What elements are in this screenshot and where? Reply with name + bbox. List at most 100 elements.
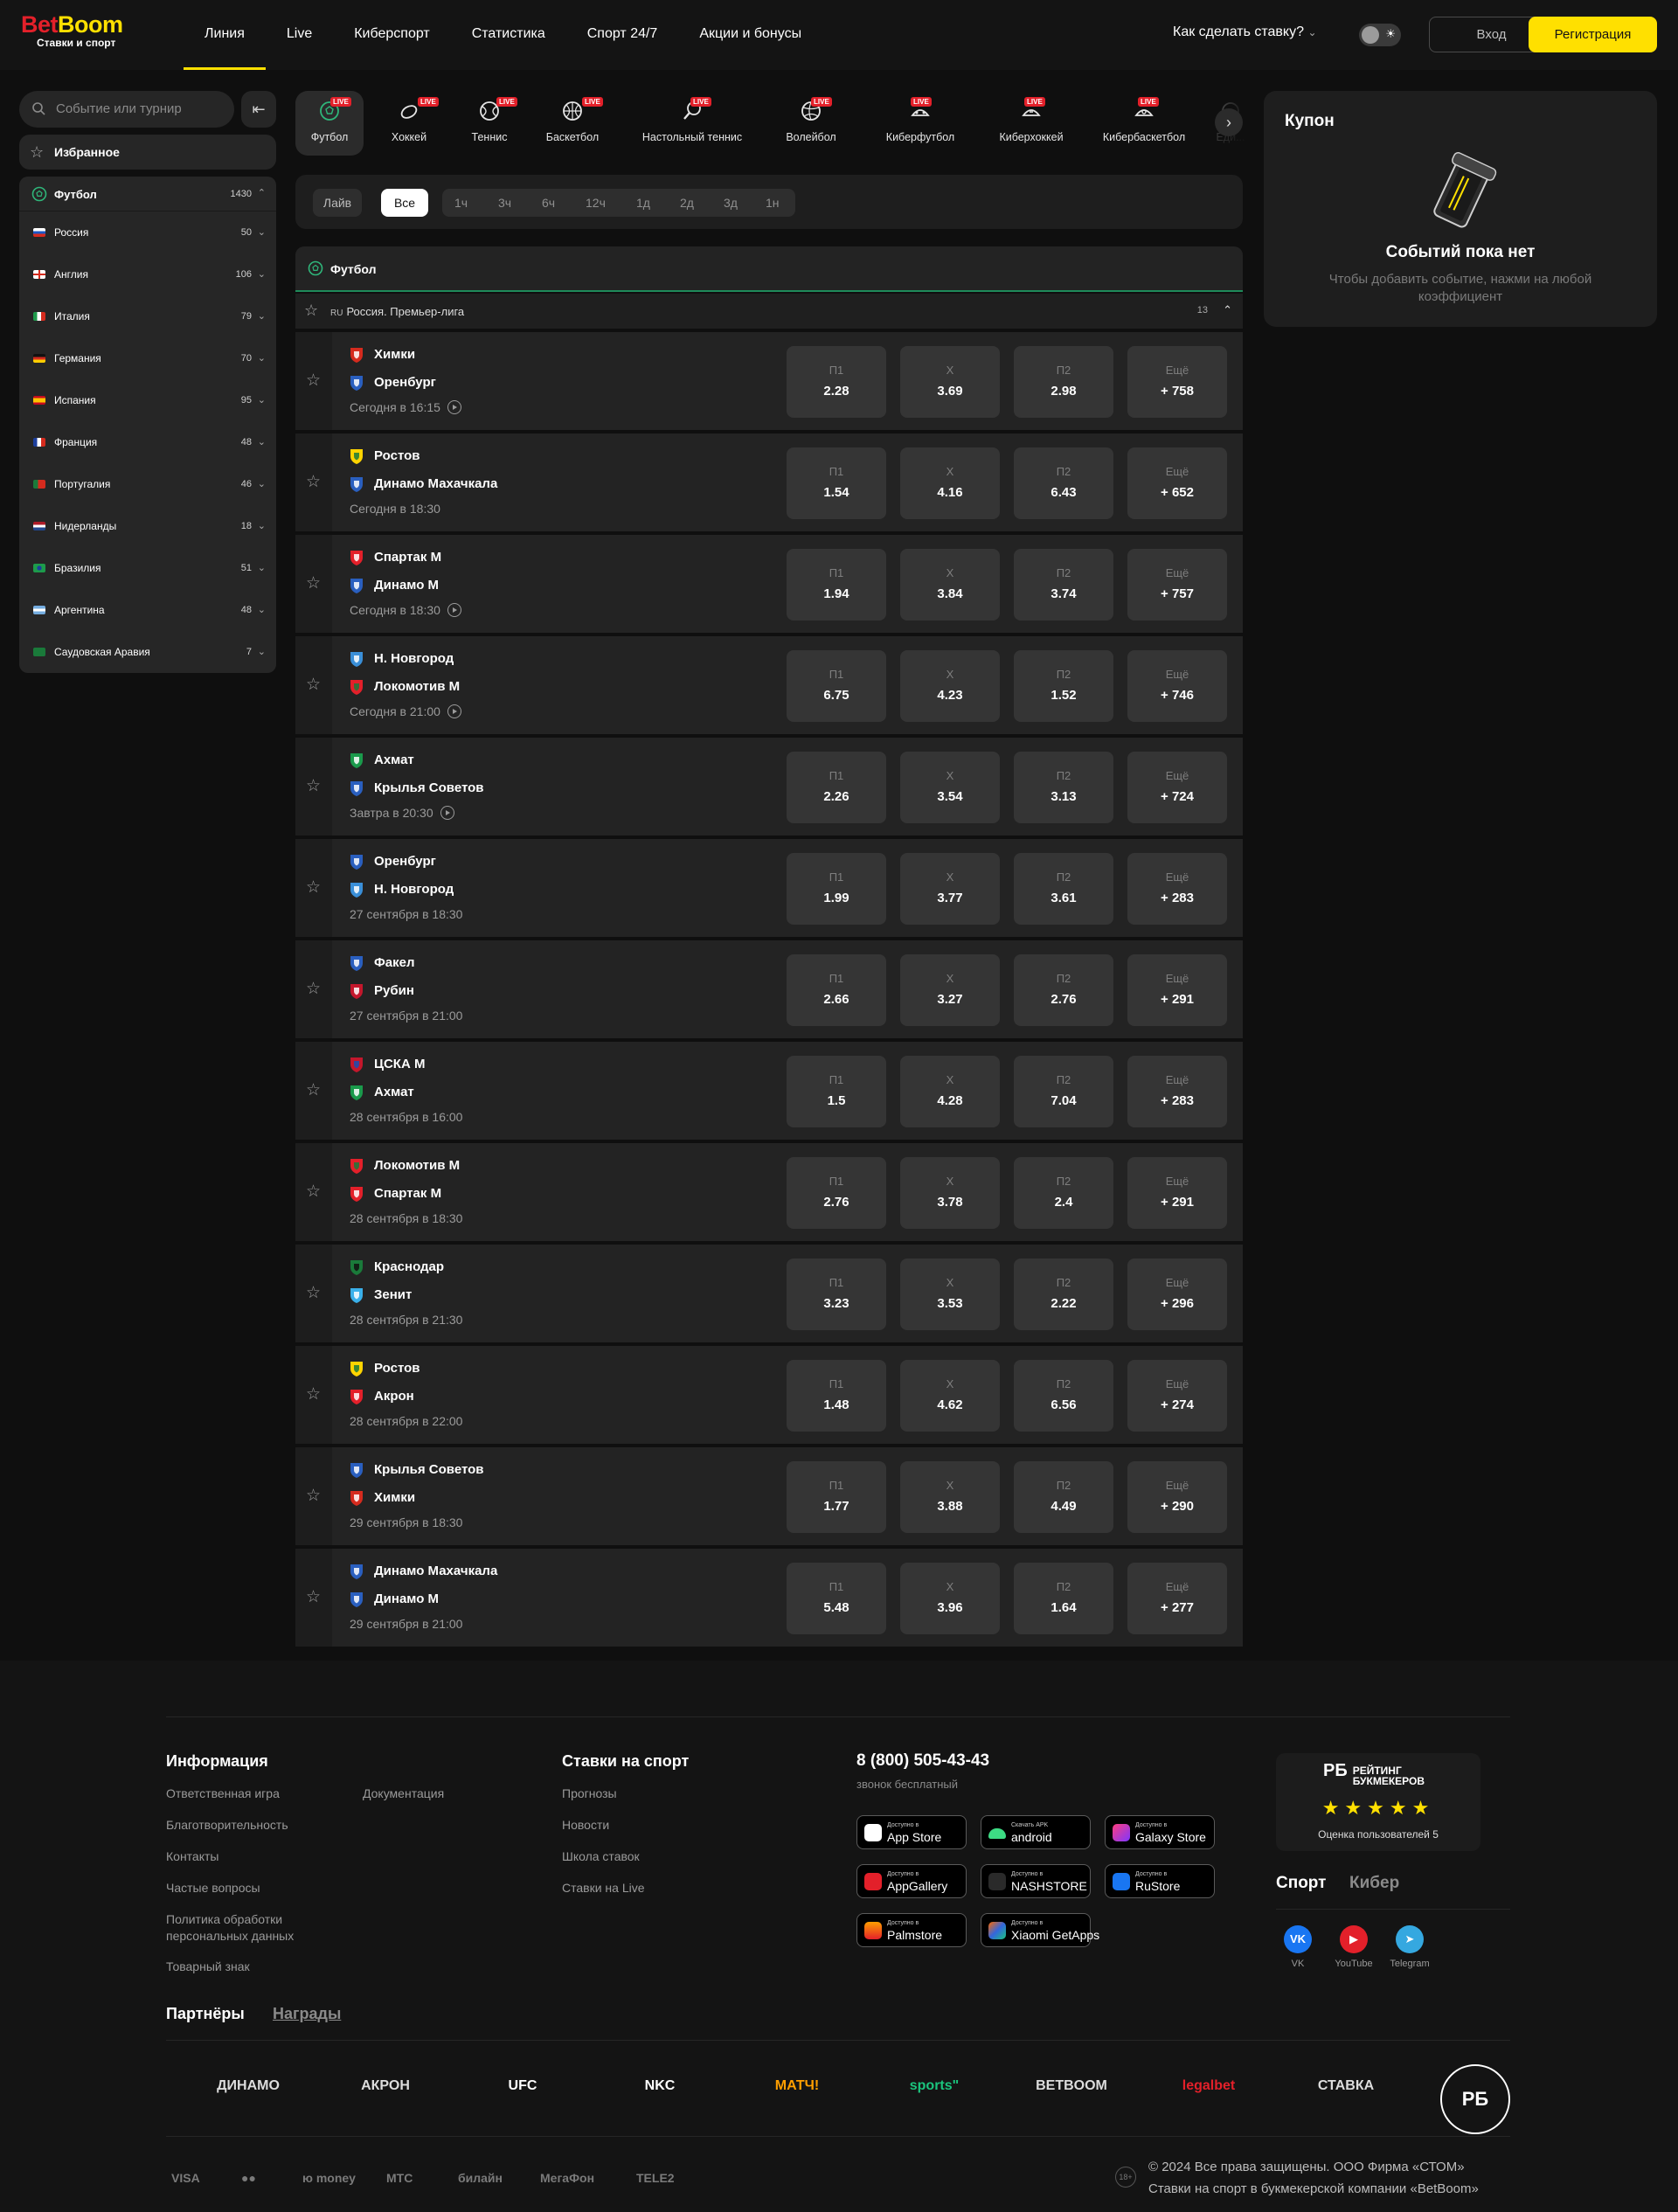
- partner-logo[interactable]: МАТЧ!: [753, 2078, 841, 2094]
- odds-button-p2[interactable]: П2 4.49: [1014, 1461, 1113, 1533]
- bookmaker-rating-badge[interactable]: РБ РЕЙТИНГ БУКМЕКЕРОВ ★★★★★ Оценка пользо…: [1276, 1753, 1480, 1851]
- odds-button-p2[interactable]: П2 2.22: [1014, 1259, 1113, 1330]
- sidebar-item-country[interactable]: Аргентина 48 ⌄: [19, 589, 276, 631]
- match-row[interactable]: ☆ Ахмат Крылья Советов Завтра в 20:30 П1 2.26…: [295, 738, 1243, 836]
- filter-1w[interactable]: 1н: [766, 189, 780, 217]
- away-team[interactable]: Динамо М: [348, 1591, 439, 1608]
- odds-button-p1[interactable]: П1 2.76: [787, 1157, 886, 1229]
- odds-button-p2[interactable]: П2 2.4: [1014, 1157, 1113, 1229]
- tab-tennis[interactable]: LIVE Теннис: [454, 91, 524, 156]
- filter-live[interactable]: Лайв: [313, 189, 362, 217]
- home-team[interactable]: Крылья Советов: [348, 1461, 484, 1479]
- more-markets-button[interactable]: Ещё + 652: [1127, 447, 1227, 519]
- match-row[interactable]: ☆ Оренбург Н. Новгород 27 сентября в 18:30 П…: [295, 839, 1243, 937]
- home-team[interactable]: Краснодар: [348, 1259, 444, 1276]
- away-team[interactable]: Локомотив М: [348, 678, 460, 696]
- more-markets-button[interactable]: Ещё + 291: [1127, 954, 1227, 1026]
- odds-button-p2[interactable]: П2 2.76: [1014, 954, 1113, 1026]
- sidebar-item-country[interactable]: Саудовская Аравия 7 ⌄: [19, 631, 276, 673]
- favorite-toggle[interactable]: ☆: [295, 1245, 332, 1342]
- nav-statistics[interactable]: Статистика: [451, 0, 566, 70]
- more-markets-button[interactable]: Ещё + 746: [1127, 650, 1227, 722]
- tab-football[interactable]: LIVE Футбол: [295, 91, 364, 156]
- favorite-toggle[interactable]: ☆: [295, 636, 332, 734]
- filter-2d[interactable]: 2д: [680, 189, 694, 217]
- sidebar-item-football[interactable]: Футбол 1430 ⌃: [19, 177, 276, 211]
- filter-3h[interactable]: 3ч: [498, 189, 511, 217]
- odds-button-x[interactable]: X 3.54: [900, 752, 1000, 823]
- home-team[interactable]: Н. Новгород: [348, 650, 454, 668]
- odds-button-x[interactable]: X 3.69: [900, 346, 1000, 418]
- nav-esports[interactable]: Киберспорт: [333, 0, 450, 70]
- odds-button-x[interactable]: X 3.96: [900, 1563, 1000, 1634]
- favorite-toggle[interactable]: ☆: [295, 433, 332, 531]
- support-phone[interactable]: 8 (800) 505-43-43: [856, 1751, 989, 1771]
- odds-button-x[interactable]: X 3.27: [900, 954, 1000, 1026]
- sidebar-item-country[interactable]: Россия 50 ⌄: [19, 211, 276, 253]
- filter-12h[interactable]: 12ч: [586, 189, 606, 217]
- home-team[interactable]: Ростов: [348, 1360, 420, 1377]
- odds-button-x[interactable]: X 3.53: [900, 1259, 1000, 1330]
- footer-tab-awards[interactable]: Награды: [273, 2005, 341, 2023]
- more-markets-button[interactable]: Ещё + 277: [1127, 1563, 1227, 1634]
- away-team[interactable]: Ахмат: [348, 1084, 414, 1101]
- match-row[interactable]: ☆ Краснодар Зенит 28 сентября в 21:30 П1 3.23…: [295, 1245, 1243, 1342]
- sidebar-item-country[interactable]: Португалия 46 ⌄: [19, 463, 276, 505]
- app-store-badge[interactable]: Доступно в AppGallery: [856, 1864, 967, 1898]
- favorite-toggle[interactable]: ☆: [295, 738, 332, 836]
- nav-live[interactable]: Live: [266, 0, 333, 70]
- odds-button-x[interactable]: X 3.78: [900, 1157, 1000, 1229]
- odds-button-x[interactable]: X 3.84: [900, 549, 1000, 621]
- away-team[interactable]: Н. Новгород: [348, 881, 454, 898]
- footer-link-charity[interactable]: Благотворительность: [166, 1818, 288, 1832]
- odds-button-p1[interactable]: П1 2.28: [787, 346, 886, 418]
- favorite-toggle[interactable]: ☆: [295, 1346, 332, 1444]
- favorite-toggle[interactable]: ☆: [295, 940, 332, 1038]
- favorite-toggle[interactable]: ☆: [295, 1042, 332, 1140]
- odds-button-x[interactable]: X 3.77: [900, 853, 1000, 925]
- odds-button-x[interactable]: X 3.88: [900, 1461, 1000, 1533]
- social-link-vk[interactable]: VK VK: [1267, 1925, 1328, 1969]
- app-store-badge[interactable]: Доступно в RuStore: [1105, 1864, 1215, 1898]
- sidebar-item-country[interactable]: Нидерланды 18 ⌄: [19, 505, 276, 547]
- app-store-badge[interactable]: Доступно в Xiaomi GetApps: [981, 1913, 1099, 1947]
- footer-tab-partners[interactable]: Партнёры: [166, 2005, 245, 2023]
- match-row[interactable]: ☆ ЦСКА М Ахмат 28 сентября в 16:00 П1 1.5 X 4.2…: [295, 1042, 1243, 1140]
- odds-button-p2[interactable]: П2 1.64: [1014, 1563, 1113, 1634]
- favorite-toggle[interactable]: ☆: [295, 1447, 332, 1545]
- tab-cyberbasketball[interactable]: LIVE Кибербаскетбол: [1087, 91, 1201, 156]
- footer-tab-cyber[interactable]: Кибер: [1349, 1874, 1399, 1893]
- odds-button-x[interactable]: X 4.23: [900, 650, 1000, 722]
- app-store-badge[interactable]: Доступно в Palmstore: [856, 1913, 967, 1947]
- odds-button-p1[interactable]: П1 1.77: [787, 1461, 886, 1533]
- home-team[interactable]: Локомотив М: [348, 1157, 460, 1175]
- partner-logo[interactable]: АКРОН: [342, 2078, 429, 2094]
- theme-toggle[interactable]: ☀: [1359, 24, 1401, 46]
- app-store-badge[interactable]: Доступно в Galaxy Store: [1105, 1815, 1215, 1849]
- match-row[interactable]: ☆ Факел Рубин 27 сентября в 21:00 П1 2.66 X 3.2…: [295, 940, 1243, 1038]
- footer-link-documents[interactable]: Документация: [363, 1786, 444, 1800]
- tabs-next-button[interactable]: ›: [1215, 108, 1243, 136]
- away-team[interactable]: Акрон: [348, 1388, 414, 1405]
- sidebar-item-country[interactable]: Бразилия 51 ⌄: [19, 547, 276, 589]
- sidebar-item-country[interactable]: Франция 48 ⌄: [19, 421, 276, 463]
- odds-button-p1[interactable]: П1 1.48: [787, 1360, 886, 1432]
- register-button[interactable]: Регистрация: [1529, 17, 1657, 52]
- match-row[interactable]: ☆ Химки Оренбург Сегодня в 16:15 П1 2.28 X 3.69…: [295, 332, 1243, 430]
- footer-link-privacy[interactable]: Политика обработки персональных данных: [166, 1911, 315, 1945]
- home-team[interactable]: Динамо Махачкала: [348, 1563, 497, 1580]
- odds-button-x[interactable]: X 4.16: [900, 447, 1000, 519]
- more-markets-button[interactable]: Ещё + 291: [1127, 1157, 1227, 1229]
- away-team[interactable]: Рубин: [348, 982, 414, 1000]
- filter-1d[interactable]: 1д: [636, 189, 650, 217]
- away-team[interactable]: Спартак М: [348, 1185, 441, 1203]
- tab-table-tennis[interactable]: LIVE Настольный теннис: [624, 91, 760, 156]
- star-icon[interactable]: ☆: [304, 302, 318, 320]
- partner-logo[interactable]: СТАВКА: [1302, 2078, 1390, 2094]
- odds-button-p1[interactable]: П1 2.66: [787, 954, 886, 1026]
- footer-link-news[interactable]: Новости: [562, 1818, 609, 1832]
- away-team[interactable]: Оренбург: [348, 374, 436, 392]
- away-team[interactable]: Зенит: [348, 1286, 412, 1304]
- social-link-telegram[interactable]: ➤ Telegram: [1379, 1925, 1440, 1969]
- match-row[interactable]: ☆ Ростов Динамо Махачкала Сегодня в 18:30 П1…: [295, 433, 1243, 531]
